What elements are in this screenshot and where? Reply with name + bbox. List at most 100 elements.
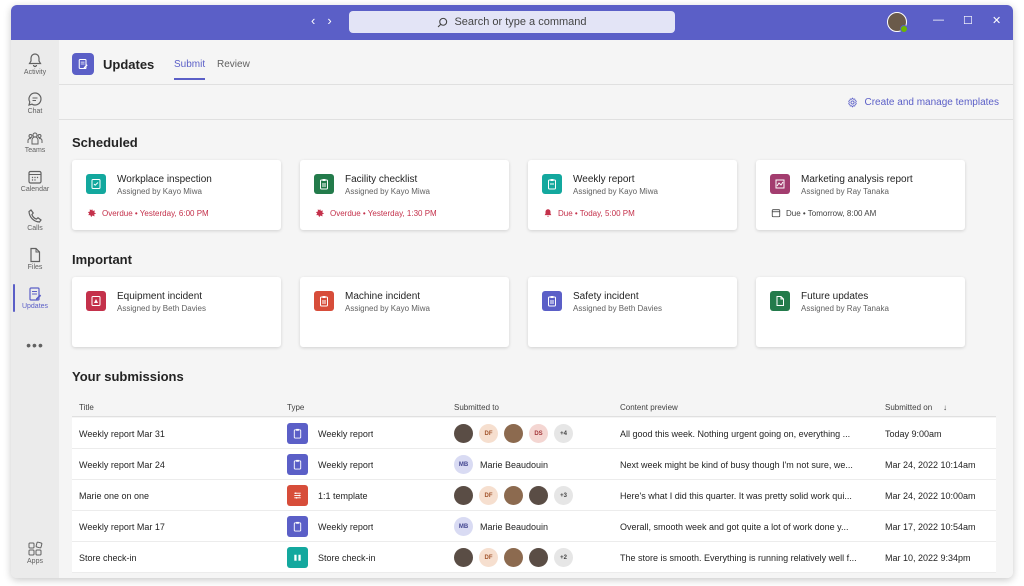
rail-label: Calendar <box>20 186 50 193</box>
important-card[interactable]: Future updates Assigned by Ray Tanaka <box>756 277 965 347</box>
more-apps-icon[interactable]: ••• <box>11 337 59 353</box>
card-assigned: Assigned by Kayo Miwa <box>345 304 430 313</box>
apps-icon <box>28 541 43 556</box>
card-status-text: Due • Today, 5:00 PM <box>558 208 635 218</box>
important-card[interactable]: Safety incident Assigned by Beth Davies <box>528 277 737 347</box>
col-type[interactable]: Type <box>287 403 304 412</box>
minimize-icon[interactable]: — <box>933 14 944 26</box>
rail-item-apps[interactable]: Apps <box>11 535 59 571</box>
phone-icon <box>28 209 42 223</box>
rail-item-teams[interactable]: Teams <box>11 124 59 160</box>
row-date: Mar 24, 2022 10:00am <box>885 491 976 501</box>
avatar: DF <box>479 424 498 443</box>
row-preview: Here's what I did this quarter. It was p… <box>620 491 852 501</box>
maximize-icon[interactable]: ☐ <box>963 14 973 27</box>
table-header: Title Type Submitted to Content preview … <box>72 397 996 417</box>
rail-item-activity[interactable]: Activity <box>11 46 59 82</box>
manage-templates-link[interactable]: Create and manage templates <box>847 97 999 108</box>
checklist-icon <box>91 179 101 189</box>
avatar: DF <box>479 548 498 567</box>
search-input[interactable]: Search or type a command <box>349 11 675 33</box>
card-assigned: Assigned by Beth Davies <box>117 304 206 313</box>
card-status-text: Overdue • Yesterday, 1:30 PM <box>330 208 437 218</box>
scheduled-card[interactable]: Weekly report Assigned by Kayo Miwa Due … <box>528 160 737 230</box>
rail-item-files[interactable]: Files <box>11 241 59 277</box>
sort-arrow-icon[interactable]: ↓ <box>943 403 947 412</box>
calendar-icon <box>28 170 42 184</box>
tab-review[interactable]: Review <box>217 59 250 70</box>
scheduled-card[interactable]: Marketing analysis report Assigned by Ra… <box>756 160 965 230</box>
col-submitted-to[interactable]: Submitted to <box>454 403 499 412</box>
avatar-overflow[interactable]: +3 <box>554 486 573 505</box>
main-content: Updates Submit Review Create and manage … <box>59 40 1013 578</box>
rail-label: Calls <box>27 225 43 232</box>
col-submitted-on[interactable]: Submitted on <box>885 403 932 412</box>
card-icon <box>314 174 334 194</box>
important-card[interactable]: Machine incident Assigned by Kayo Miwa <box>300 277 509 347</box>
row-preview: All good this week. Nothing urgent going… <box>620 429 851 439</box>
manage-templates-label: Create and manage templates <box>864 97 999 108</box>
rail-item-calendar[interactable]: Calendar <box>11 163 59 199</box>
section-title-scheduled: Scheduled <box>72 135 138 150</box>
row-date: Mar 17, 2022 10:54am <box>885 522 976 532</box>
card-icon <box>770 291 790 311</box>
card-title: Workplace inspection <box>117 174 212 185</box>
table-row[interactable]: Weekly report Mar 17 Weekly report MB Ma… <box>72 511 996 542</box>
rail-label: Files <box>27 264 43 271</box>
search-placeholder: Search or type a command <box>454 16 587 28</box>
avatar <box>454 424 473 443</box>
overdue-icon <box>315 208 325 218</box>
card-assigned: Assigned by Ray Tanaka <box>801 304 889 313</box>
scheduled-card[interactable]: Facility checklist Assigned by Kayo Miwa… <box>300 160 509 230</box>
col-preview[interactable]: Content preview <box>620 403 678 412</box>
row-preview: The store is smooth. Everything is runni… <box>620 553 857 563</box>
row-preview: Next week might be kind of busy though I… <box>620 460 853 470</box>
section-title-important: Important <box>72 252 132 267</box>
row-title: Marie one on one <box>79 491 150 501</box>
page-title: Updates <box>103 57 155 72</box>
important-card[interactable]: Equipment incident Assigned by Beth Davi… <box>72 277 281 347</box>
app-header: Updates Submit Review <box>59 40 1013 85</box>
clipboard-icon <box>320 179 328 190</box>
clipboard-icon <box>320 296 328 307</box>
back-icon[interactable]: ‹ <box>311 13 315 28</box>
bell-icon <box>28 53 42 68</box>
table-row[interactable]: Weekly report Mar 31 Weekly report DF DS… <box>72 418 996 449</box>
avatar <box>454 486 473 505</box>
avatar-overflow[interactable]: +4 <box>554 424 573 443</box>
recipient-name: Marie Beaudouin <box>480 460 549 470</box>
avatar: DS <box>529 424 548 443</box>
card-assigned: Assigned by Ray Tanaka <box>801 187 889 196</box>
incident-icon <box>91 296 101 306</box>
report-icon <box>548 179 556 190</box>
rail-item-updates[interactable]: Updates <box>11 280 59 316</box>
col-title[interactable]: Title <box>79 403 94 412</box>
avatar <box>529 548 548 567</box>
table-row[interactable]: Weekly report Mar 24 Weekly report MB Ma… <box>72 449 996 480</box>
tab-submit[interactable]: Submit <box>174 59 206 80</box>
store-icon <box>294 554 301 561</box>
row-type: Weekly report <box>318 460 374 470</box>
rail-label: Chat <box>27 108 43 115</box>
rail-item-calls[interactable]: Calls <box>11 202 59 238</box>
profile-avatar[interactable] <box>887 12 908 33</box>
scheduled-card[interactable]: Workplace inspection Assigned by Kayo Mi… <box>72 160 281 230</box>
table-row[interactable]: Store check-in Store check-in DF +2 The … <box>72 542 996 573</box>
close-icon[interactable]: ✕ <box>992 14 1001 27</box>
clipboard-icon <box>548 296 556 307</box>
card-icon <box>86 291 106 311</box>
overdue-icon <box>87 208 97 218</box>
bell-alert-icon <box>544 209 552 217</box>
row-type: Weekly report <box>318 429 374 439</box>
avatar-overflow[interactable]: +2 <box>554 548 573 567</box>
card-status: Due • Tomorrow, 8:00 AM <box>771 208 876 218</box>
row-date: Mar 24, 2022 10:14am <box>885 460 976 470</box>
section-title-submissions: Your submissions <box>72 369 184 384</box>
forward-icon[interactable]: › <box>327 13 331 28</box>
updates-icon <box>78 58 88 70</box>
type-icon <box>287 454 308 475</box>
chat-icon <box>28 92 42 106</box>
table-row[interactable]: Marie one on one 1:1 template DF +3 Here… <box>72 480 996 511</box>
rail-item-chat[interactable]: Chat <box>11 85 59 121</box>
row-title: Store check-in <box>79 553 137 563</box>
